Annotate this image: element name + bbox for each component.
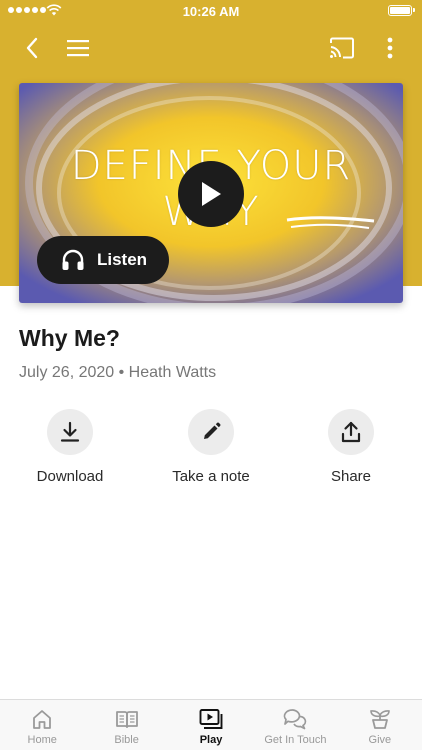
chat-bubbles-icon	[284, 709, 307, 730]
share-button[interactable]: Share	[291, 409, 411, 485]
download-label: Download	[36, 468, 104, 485]
listen-button[interactable]: Listen	[37, 236, 169, 284]
chevron-left-icon	[26, 37, 38, 59]
tab-bible-label: Bible	[114, 734, 139, 746]
menu-button[interactable]	[60, 30, 96, 66]
download-icon	[60, 421, 80, 442]
book-icon	[115, 711, 138, 728]
share-label: Share	[330, 468, 372, 485]
tab-play[interactable]: Play	[169, 700, 253, 750]
more-options-button[interactable]	[372, 30, 408, 66]
play-icon	[202, 182, 221, 206]
share-circle	[328, 409, 374, 455]
share-icon	[341, 421, 361, 443]
cast-button[interactable]	[324, 30, 360, 66]
tab-bar: Home Bible Play Get In Touch Give	[0, 699, 422, 750]
tab-get-in-touch[interactable]: Get In Touch	[253, 700, 337, 750]
download-circle	[47, 409, 93, 455]
cast-icon	[330, 37, 354, 59]
tab-bible[interactable]: Bible	[84, 700, 168, 750]
home-icon	[33, 710, 52, 729]
headphones-icon	[62, 249, 84, 270]
play-video-icon	[199, 709, 223, 729]
download-button[interactable]: Download	[10, 409, 130, 485]
action-row: Download Take a note Share	[0, 409, 422, 499]
tab-play-label: Play	[199, 734, 223, 746]
battery-icon	[388, 5, 415, 16]
pencil-icon	[204, 422, 221, 439]
tab-get-in-touch-label: Get In Touch	[264, 734, 327, 746]
take-note-button[interactable]: Take a note	[151, 409, 271, 485]
hamburger-menu-icon	[67, 40, 89, 57]
status-bar: 10:26 AM	[0, 0, 422, 22]
sermon-title: Why Me?	[19, 325, 120, 351]
status-time: 10:26 AM	[182, 4, 240, 19]
plant-icon	[370, 710, 390, 729]
tab-home[interactable]: Home	[0, 700, 84, 750]
tab-give[interactable]: Give	[338, 700, 422, 750]
tab-give-label: Give	[368, 734, 392, 746]
listen-label: Listen	[97, 250, 148, 269]
take-note-label: Take a note	[172, 468, 250, 485]
sermon-artwork: DEFINE YOUR WHY Listen	[19, 83, 403, 303]
more-vertical-icon	[387, 37, 393, 59]
take-note-circle	[188, 409, 234, 455]
tab-home-label: Home	[27, 734, 57, 746]
sermon-meta: July 26, 2020 • Heath Watts	[19, 364, 217, 381]
back-button[interactable]	[14, 30, 50, 66]
play-button[interactable]	[178, 161, 244, 227]
